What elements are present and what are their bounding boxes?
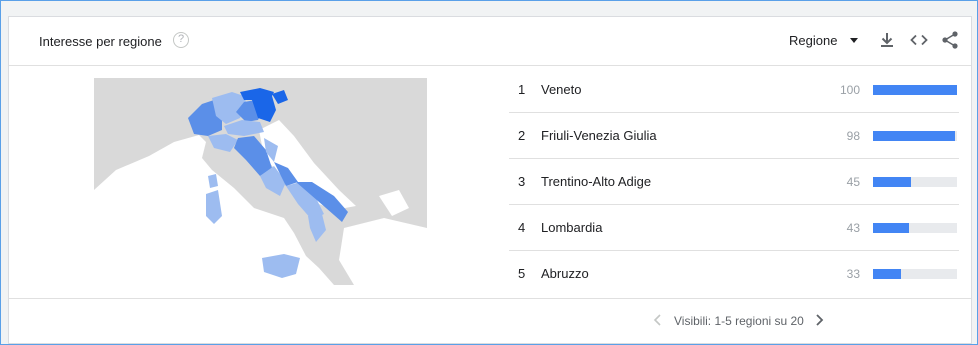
region-bar-track <box>873 85 957 95</box>
region-rank: 5 <box>518 266 526 281</box>
region-rank: 3 <box>518 174 526 189</box>
region-bar-fill <box>873 85 957 95</box>
region-bar-fill <box>873 223 910 233</box>
region-bar-fill <box>873 269 901 279</box>
region-row[interactable]: 2 Friuli-Venezia Giulia 98 <box>509 112 959 159</box>
region-value: 98 <box>846 129 860 143</box>
region-name[interactable]: Trentino-Alto Adige <box>541 174 651 189</box>
region-name[interactable]: Friuli-Venezia Giulia <box>541 128 657 143</box>
region-name[interactable]: Lombardia <box>541 220 602 235</box>
embed-icon[interactable] <box>908 29 930 51</box>
share-icon[interactable] <box>939 29 961 51</box>
region-bar-track <box>873 131 957 141</box>
card-title: Interesse per regione <box>39 34 162 49</box>
italy-region-map[interactable] <box>94 78 427 285</box>
region-bar-track <box>873 223 957 233</box>
region-name[interactable]: Abruzzo <box>541 266 589 281</box>
chevron-right-icon[interactable] <box>813 312 825 328</box>
card-header: Interesse per regione ? Regione <box>9 17 971 66</box>
region-value: 43 <box>846 221 860 235</box>
region-bar-fill <box>873 177 911 187</box>
region-value: 100 <box>839 83 860 97</box>
region-bar-track <box>873 177 957 187</box>
region-row[interactable]: 1 Veneto 100 <box>509 66 959 113</box>
card-content: 1 Veneto 100 2 Friuli-Venezia Giulia 98 3 Trent… <box>9 66 971 299</box>
download-icon[interactable] <box>876 29 898 51</box>
region-value: 45 <box>846 175 860 189</box>
chevron-left-icon[interactable] <box>652 312 664 328</box>
region-rank: 4 <box>518 220 526 235</box>
region-row[interactable]: 3 Trentino-Alto Adige 45 <box>509 158 959 205</box>
help-circle-icon[interactable]: ? <box>173 32 189 48</box>
pagination-bar: Visibili: 1-5 regioni su 20 <box>9 299 971 343</box>
pagination-text: Visibili: 1-5 regioni su 20 <box>674 314 804 328</box>
region-row[interactable]: 4 Lombardia 43 <box>509 204 959 251</box>
region-row[interactable]: 5 Abruzzo 33 <box>509 250 959 296</box>
dropdown-caret-icon[interactable] <box>850 38 858 43</box>
region-rank: 2 <box>518 128 526 143</box>
region-select-label[interactable]: Regione <box>789 31 837 51</box>
region-interest-card: Interesse per regione ? Regione 1 Veneto… <box>8 16 972 344</box>
region-name[interactable]: Veneto <box>541 82 582 97</box>
region-bar-track <box>873 269 957 279</box>
region-value: 33 <box>846 267 860 281</box>
region-bar-fill <box>873 131 956 141</box>
region-rank: 1 <box>518 82 526 97</box>
